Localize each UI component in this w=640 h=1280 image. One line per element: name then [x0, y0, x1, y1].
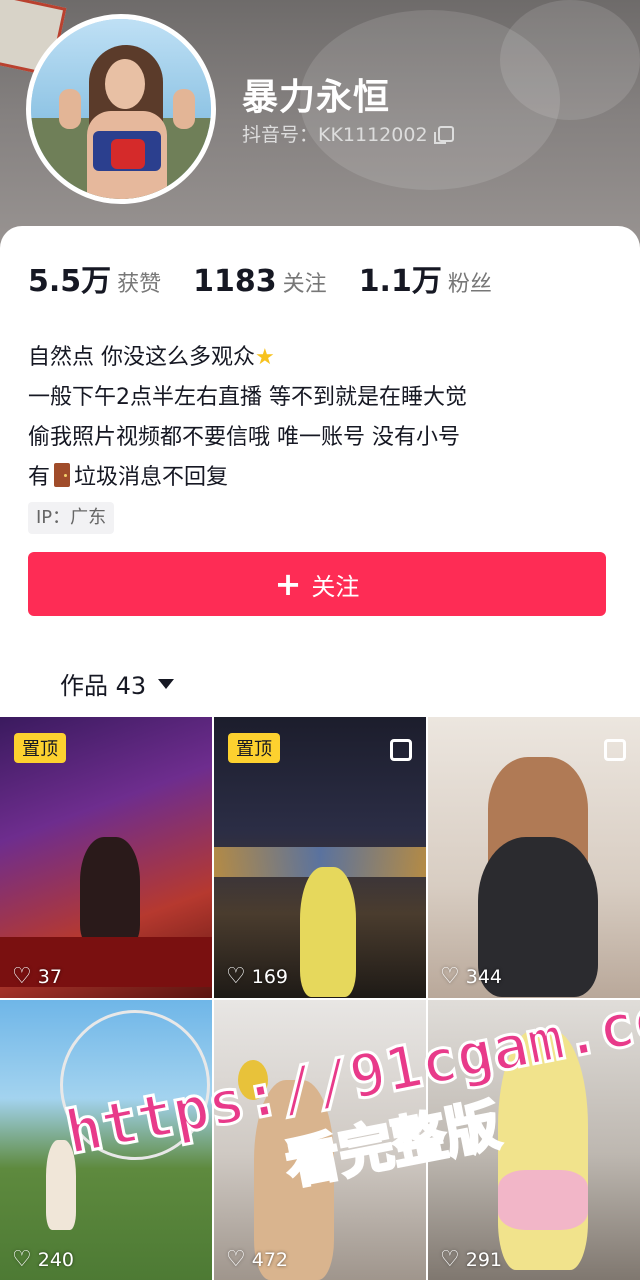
like-count-value: 240: [37, 1249, 74, 1271]
bio-line-1: 自然点 你没这么多观众★: [28, 338, 618, 378]
thumbnail-figure: [300, 867, 356, 997]
avatar-hand-right: [173, 89, 195, 129]
like-count: ♡ 37: [12, 964, 62, 989]
stat-following-label: 关注: [282, 272, 327, 297]
like-count: ♡ 169: [226, 964, 288, 989]
heart-icon: ♡: [12, 1247, 32, 1272]
video-tile[interactable]: 置顶 ♡ 169: [214, 717, 426, 998]
like-count: ♡ 240: [12, 1247, 74, 1272]
star-icon: ★: [255, 345, 275, 370]
follow-button[interactable]: + 关注: [28, 552, 606, 616]
ip-location-badge: IP：广东: [28, 502, 115, 534]
heart-icon: ♡: [440, 964, 460, 989]
tab-works[interactable]: 作品 43: [60, 666, 175, 701]
stat-following-value: 1183: [193, 264, 277, 299]
like-count: ♡ 291: [440, 1247, 502, 1272]
like-count-value: 344: [465, 966, 502, 988]
profile-header: 暴力永恒 抖音号：KK1112002: [0, 0, 640, 260]
like-count: ♡ 472: [226, 1247, 288, 1272]
heart-icon: ♡: [12, 964, 32, 989]
avatar-bow: [111, 139, 145, 169]
stat-likes: 5.5万 获赞: [28, 256, 161, 300]
profile-page: 暴力永恒 抖音号：KK1112002 5.5万 获赞 1183 关注 1.1万 …: [0, 0, 640, 1280]
tab-works-label: 作品 43: [60, 672, 147, 700]
thumbnail-shorts: [498, 1170, 588, 1230]
bio-line-4: 有垃圾消息不回复: [28, 458, 618, 498]
dropdown-triangle-icon: [158, 678, 175, 689]
stat-followers-value: 1.1万: [358, 264, 442, 299]
bio-line-1-text: 自然点 你没这么多观众: [28, 345, 255, 370]
heart-icon: ♡: [226, 1247, 246, 1272]
stat-likes-value: 5.5万: [28, 264, 112, 299]
bio: 自然点 你没这么多观众★ 一般下午2点半左右直播 等不到就是在睡大觉 偷我照片视…: [28, 338, 618, 498]
video-tile[interactable]: 置顶 ♡ 37: [0, 717, 212, 998]
follow-button-label: 关注: [311, 572, 360, 601]
video-tile[interactable]: ♡ 344: [428, 717, 640, 998]
pinned-badge: 置顶: [14, 733, 66, 763]
avatar-hand-left: [59, 89, 81, 129]
bio-line-3: 偷我照片视频都不要信哦 唯一账号 没有小号: [28, 425, 460, 450]
multi-image-icon: [390, 739, 412, 761]
avatar[interactable]: [26, 14, 216, 204]
door-icon: [54, 463, 71, 487]
stat-likes-label: 获赞: [117, 272, 162, 297]
background-plush-toy-ear: [500, 0, 640, 120]
like-count-value: 291: [465, 1249, 502, 1271]
like-count-value: 169: [251, 966, 288, 988]
thumbnail-figure: [80, 837, 140, 947]
heart-icon: ♡: [226, 964, 246, 989]
stat-followers-label: 粉丝: [447, 272, 492, 297]
bio-line-4-start: 有: [28, 465, 51, 490]
bio-line-2: 一般下午2点半左右直播 等不到就是在睡大觉: [28, 385, 467, 410]
bio-line-4-end: 垃圾消息不回复: [74, 465, 229, 490]
stat-following[interactable]: 1183 关注: [193, 264, 327, 299]
plus-icon: +: [274, 565, 302, 603]
like-count: ♡ 344: [440, 964, 502, 989]
account-id-text: 抖音号：KK1112002: [242, 124, 428, 146]
account-id[interactable]: 抖音号：KK1112002: [242, 120, 454, 147]
profile-name: 暴力永恒: [242, 77, 391, 118]
stats-row: 5.5万 获赞 1183 关注 1.1万 粉丝: [28, 256, 524, 300]
heart-icon: ♡: [440, 1247, 460, 1272]
like-count-value: 37: [37, 966, 62, 988]
stat-followers[interactable]: 1.1万 粉丝: [359, 256, 492, 300]
like-count-value: 472: [251, 1249, 288, 1271]
multi-image-icon: [604, 739, 626, 761]
pinned-badge: 置顶: [228, 733, 280, 763]
copy-icon[interactable]: [433, 125, 454, 144]
avatar-face: [105, 59, 145, 109]
profile-card: 5.5万 获赞 1183 关注 1.1万 粉丝 自然点 你没这么多观众★ 一般下…: [0, 226, 640, 726]
